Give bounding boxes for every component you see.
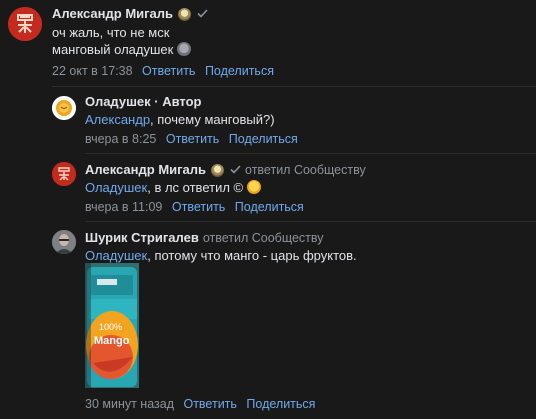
emoji-status-icon bbox=[211, 163, 225, 177]
comment-body: , почему манговый?) bbox=[150, 112, 275, 127]
avatar-shurik[interactable] bbox=[52, 230, 76, 254]
share-button[interactable]: Поделиться bbox=[205, 64, 274, 78]
reply-button[interactable]: Ответить bbox=[183, 397, 236, 411]
comment-meta: вчера в 8:25 Ответить Поделиться bbox=[85, 131, 298, 147]
replied-to-label[interactable]: ответил Сообществу bbox=[203, 230, 324, 246]
replied-to-label[interactable]: ответил Сообществу bbox=[245, 162, 366, 178]
photo-label-mango: Mango bbox=[94, 335, 130, 347]
emoji-status-icon bbox=[178, 7, 192, 21]
reply-button[interactable]: Ответить bbox=[142, 64, 195, 78]
user-photo-icon bbox=[52, 230, 76, 254]
verified-check-icon bbox=[230, 162, 241, 178]
avatar-logo-icon bbox=[8, 7, 42, 41]
comment-text-line-2: манговый оладушек bbox=[52, 41, 192, 59]
divider bbox=[52, 86, 536, 87]
mention-link[interactable]: Оладушек bbox=[85, 180, 147, 195]
author-name[interactable]: Оладушек · Автор bbox=[85, 94, 201, 110]
reply-button[interactable]: Ответить bbox=[172, 200, 225, 214]
neutral-face-emoji-icon bbox=[177, 42, 192, 56]
mention-link[interactable]: Оладушек bbox=[85, 248, 147, 263]
avatar-oladushek[interactable] bbox=[52, 96, 76, 120]
comment-meta: 22 окт в 17:38 Ответить Поделиться bbox=[52, 63, 274, 79]
comment-time[interactable]: 30 минут назад bbox=[85, 397, 174, 411]
comment-body: , в лс ответил © bbox=[147, 180, 244, 195]
comment-time[interactable]: вчера в 11:09 bbox=[85, 200, 162, 214]
reply-button[interactable]: Ответить bbox=[166, 132, 219, 146]
mention-link[interactable]: Александр bbox=[85, 112, 150, 127]
rofl-emoji-icon bbox=[247, 180, 262, 194]
photo-attachment[interactable]: 100% Mango bbox=[85, 263, 139, 388]
pancake-logo-icon bbox=[52, 96, 76, 120]
share-button[interactable]: Поделиться bbox=[246, 397, 315, 411]
author-line: Александр Мигаль ответил Сообществу bbox=[85, 162, 366, 178]
comment-body: , потому что манго - царь фруктов. bbox=[147, 248, 357, 263]
author-line: Александр Мигаль bbox=[52, 6, 208, 22]
comment-meta: вчера в 11:09 Ответить Поделиться bbox=[85, 199, 304, 215]
author-line: Оладушек · Автор bbox=[85, 94, 201, 110]
photo-label-percent: 100% bbox=[99, 322, 122, 332]
comment-text-line-1: оч жаль, что не мск bbox=[52, 25, 170, 40]
mango-juice-photo: 100% Mango bbox=[85, 263, 139, 388]
share-button[interactable]: Поделиться bbox=[235, 200, 304, 214]
share-button[interactable]: Поделиться bbox=[229, 132, 298, 146]
comment-text: Александр, почему манговый?) bbox=[85, 111, 275, 129]
comments-thread: Александр Мигаль оч жаль, что не мск ман… bbox=[0, 0, 536, 419]
comment-time[interactable]: вчера в 8:25 bbox=[85, 132, 156, 146]
avatar-aleksandr[interactable] bbox=[8, 7, 42, 41]
comment-text: Оладушек, в лс ответил © bbox=[85, 179, 262, 197]
author-name[interactable]: Шурик Стригалев bbox=[85, 230, 199, 246]
comment-time[interactable]: 22 окт в 17:38 bbox=[52, 64, 133, 78]
verified-check-icon bbox=[197, 6, 208, 22]
comment-text: манговый оладушек bbox=[52, 42, 174, 57]
avatar-aleksandr[interactable] bbox=[52, 162, 76, 186]
avatar-logo-icon bbox=[52, 162, 76, 186]
author-name[interactable]: Александр Мигаль bbox=[85, 162, 206, 178]
comment-meta: 30 минут назад Ответить Поделиться bbox=[85, 396, 315, 412]
author-line: Шурик Стригалев ответил Сообществу bbox=[85, 230, 324, 246]
divider bbox=[85, 221, 536, 222]
author-name[interactable]: Александр Мигаль bbox=[52, 6, 173, 22]
divider bbox=[85, 153, 536, 154]
